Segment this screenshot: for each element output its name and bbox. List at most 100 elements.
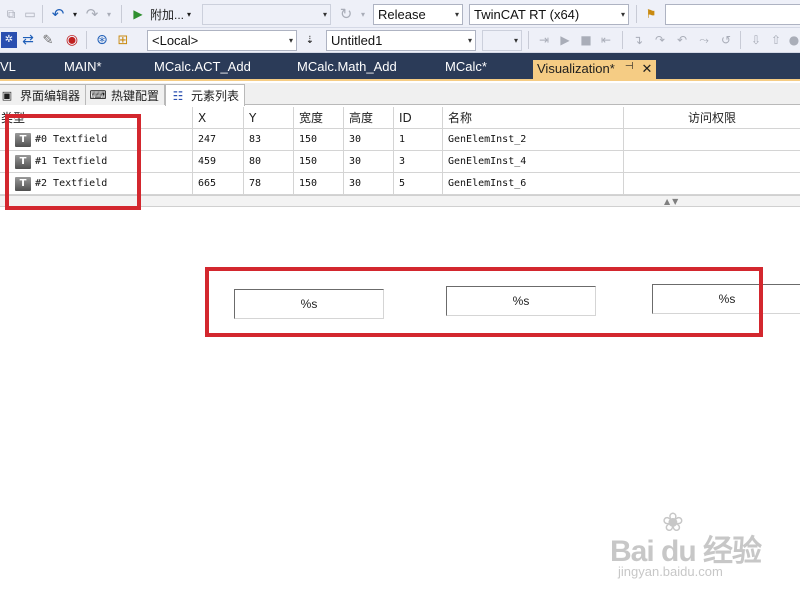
chevron-down-icon: ▾ [322, 10, 327, 19]
table-cell-access[interactable] [624, 129, 800, 151]
tab-element-list[interactable]: ☷ 元素列表 [165, 84, 246, 106]
twincat-activate-icon[interactable]: ✲ [1, 32, 17, 48]
refresh-dropdown-icon[interactable]: ▾ [355, 7, 371, 23]
column-header-width[interactable]: 宽度 [294, 107, 344, 129]
debug-target-combo[interactable]: ▾ [202, 4, 331, 25]
redo-icon[interactable]: ↷ [84, 6, 100, 22]
column-header-y[interactable]: Y [244, 107, 294, 129]
project-combo[interactable]: Untitled1 ▾ [326, 30, 476, 51]
target-system-combo[interactable]: <Local> ▾ [147, 30, 297, 51]
attach-button[interactable]: ▶ 附加... ▾ [130, 5, 191, 23]
login-icon[interactable]: ⇥ [536, 32, 552, 48]
doc-tab-visualization[interactable]: Visualization* ⊣ ✕ [533, 60, 657, 81]
find-in-files-icon[interactable]: ⚑ [643, 6, 659, 22]
tab-hotkeys-label: 热键配置 [111, 88, 160, 103]
twincat-toolbar: ✲ ⇄ ✎ ◉ ⊛ ⊞ <Local> ▾ ⇣ Untitled1 ▾ ▾ ⇥ … [0, 28, 800, 53]
stop-icon[interactable]: ■ [578, 32, 594, 48]
tab-hotkeys[interactable]: ⌨ 热键配置 [85, 84, 166, 105]
tools-icon[interactable]: ✎ [40, 32, 56, 48]
refresh-icon[interactable]: ↻ [338, 6, 354, 22]
logout-icon[interactable]: ⇤ [598, 32, 614, 48]
step-out-icon[interactable]: ↶ [674, 32, 690, 48]
table-cell-access[interactable] [624, 151, 800, 173]
table-cell-x[interactable]: 665 [193, 173, 244, 195]
highlight-box-element-list [5, 114, 141, 210]
editor-view-tabs: ▣ 界面编辑器 ⌨ 热键配置 ☷ 元素列表 [0, 83, 800, 106]
table-cell-height[interactable]: 30 [344, 129, 394, 151]
toolbar-separator [636, 5, 637, 23]
column-header-x[interactable]: X [193, 107, 244, 129]
doc-tab-mcalc-act-add[interactable]: MCalc.ACT_Add [154, 59, 251, 79]
paste-icon[interactable]: ▭ [22, 6, 38, 22]
toolbar-separator [622, 31, 623, 49]
table-cell-y[interactable]: 83 [244, 129, 294, 151]
search-input[interactable] [665, 4, 800, 25]
platform-combo[interactable]: TwinCAT RT (x64) ▾ [469, 4, 629, 25]
undo-icon[interactable]: ↶ [50, 6, 66, 22]
splitter-grip-icon: ▲▼ [664, 197, 681, 206]
tab-screen-editor-label: 界面编辑器 [20, 88, 81, 103]
document-tab-bar: VL MAIN* MCalc.ACT_Add MCalc.Math_Add MC… [0, 53, 800, 81]
toolbar-separator [42, 5, 43, 23]
doc-tab-main[interactable]: MAIN* [64, 59, 102, 79]
download-icon[interactable]: ⇩ [748, 32, 764, 48]
target-system-value: <Local> [152, 33, 199, 48]
choose-target-icon[interactable]: ⇣ [302, 33, 318, 49]
column-header-id[interactable]: ID [394, 107, 443, 129]
table-cell-x[interactable]: 247 [193, 129, 244, 151]
main-toolbar: ⧉ ▭ ↶ ▾ ↷ ▾ ▶ 附加... ▾ ▾ ↻ ▾ Release ▾ Tw… [0, 0, 800, 28]
undo-dropdown-icon[interactable]: ▾ [67, 7, 83, 23]
plc-instance-combo[interactable]: ▾ [482, 30, 522, 51]
table-cell-height[interactable]: 30 [344, 151, 394, 173]
column-header-name[interactable]: 名称 [443, 107, 624, 129]
target-browser-icon[interactable]: ⊛ [94, 32, 110, 48]
reset-icon[interactable]: ↺ [718, 32, 734, 48]
table-cell-width[interactable]: 150 [294, 151, 344, 173]
doc-tab-mcalc[interactable]: MCalc* [445, 59, 487, 79]
config-mode-icon[interactable]: ◉ [64, 32, 80, 48]
doc-tab-mcalc-math-add[interactable]: MCalc.Math_Add [297, 59, 397, 79]
table-cell-id: 3 [394, 151, 443, 173]
start-icon[interactable]: ▶ [557, 32, 573, 48]
table-cell-x[interactable]: 459 [193, 151, 244, 173]
breakpoint-icon[interactable]: ● [786, 32, 800, 48]
toolbar-separator [121, 5, 122, 23]
table-cell-name[interactable]: GenElemInst_2 [443, 129, 624, 151]
step-over-icon[interactable]: ↷ [652, 32, 668, 48]
restart-icon[interactable]: ⇄ [20, 32, 36, 48]
table-cell-height[interactable]: 30 [344, 173, 394, 195]
configuration-combo[interactable]: Release ▾ [373, 4, 463, 25]
table-cell-width[interactable]: 150 [294, 129, 344, 151]
platform-value: TwinCAT RT (x64) [474, 7, 580, 22]
chevron-down-icon: ▾ [620, 10, 625, 19]
pin-icon[interactable]: ⊣ [625, 61, 634, 72]
table-cell-width[interactable]: 150 [294, 173, 344, 195]
copy-icon[interactable]: ⧉ [3, 6, 19, 22]
step-into-icon[interactable]: ↴ [630, 32, 646, 48]
watermark-url: jingyan.baidu.com [618, 564, 723, 579]
table-cell-y[interactable]: 78 [244, 173, 294, 195]
chevron-down-icon: ▾ [187, 9, 192, 19]
chevron-down-icon: ▾ [288, 36, 293, 45]
table-cell-access[interactable] [624, 173, 800, 195]
highlight-box-textfields [205, 267, 763, 337]
table-cell-name[interactable]: GenElemInst_4 [443, 151, 624, 173]
run-to-cursor-icon[interactable]: ⤳ [696, 32, 712, 48]
toolbar-separator [740, 31, 741, 49]
table-cell-name[interactable]: GenElemInst_6 [443, 173, 624, 195]
toolbar-separator [528, 31, 529, 49]
network-icon[interactable]: ⊞ [115, 32, 131, 48]
play-icon: ▶ [133, 7, 143, 21]
upload-icon[interactable]: ⇧ [768, 32, 784, 48]
tab-screen-editor[interactable]: ▣ 界面编辑器 [0, 84, 87, 105]
table-cell-y[interactable]: 80 [244, 151, 294, 173]
tab-element-list-label: 元素列表 [191, 89, 240, 103]
redo-dropdown-icon[interactable]: ▾ [101, 7, 117, 23]
doc-tab-vl[interactable]: VL [0, 59, 16, 79]
column-header-access[interactable]: 访问权限 [624, 107, 800, 129]
editor-icon: ▣ [1, 88, 13, 102]
toolbar-separator [86, 31, 87, 49]
close-icon[interactable]: ✕ [642, 61, 653, 77]
keyboard-icon: ⌨ [89, 88, 107, 102]
column-header-height[interactable]: 高度 [344, 107, 394, 129]
